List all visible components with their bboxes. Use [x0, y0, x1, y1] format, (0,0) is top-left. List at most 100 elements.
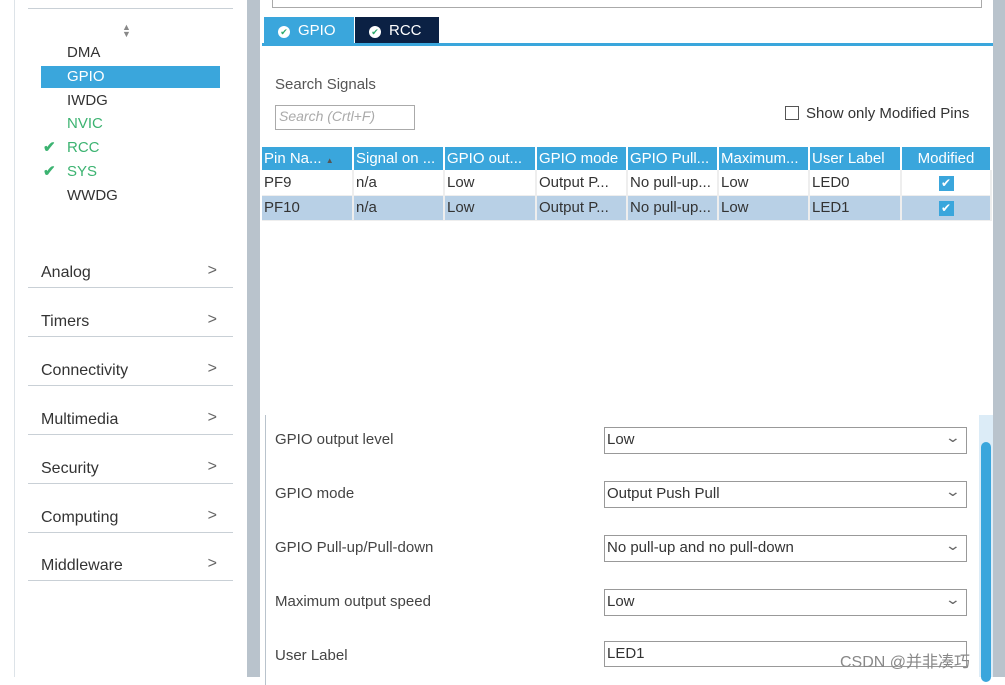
sidebar-item-rcc[interactable]: ✔ RCC — [41, 137, 220, 159]
config-value: No pull-up and no pull-down — [607, 539, 794, 556]
config-label: User Label — [275, 647, 348, 664]
column-header-label: GPIO out... — [447, 150, 523, 167]
table-cell: No pull-up... — [627, 170, 719, 196]
table-cell: LED0 — [809, 170, 902, 196]
table-cell: LED1 — [809, 195, 902, 221]
chevron-down-icon: ⌄ — [944, 591, 962, 607]
sidebar-item-iwdg[interactable]: IWDG — [41, 90, 220, 112]
category-label: Computing — [41, 508, 119, 526]
category-multimedia[interactable]: Multimedia > — [28, 408, 233, 435]
column-header-label: User Label — [812, 150, 885, 167]
tab-rcc[interactable]: ✔ RCC — [355, 17, 439, 44]
column-header-label: GPIO mode — [539, 150, 619, 167]
column-header[interactable]: Pin Na... ▲ — [262, 147, 354, 170]
chevron-right-icon: > — [207, 555, 217, 573]
sidebar-item-sys[interactable]: ✔ SYS — [41, 161, 220, 183]
category-label: Connectivity — [41, 361, 129, 379]
chevron-down-icon: ⌄ — [944, 483, 962, 499]
chevron-down-icon: ⌄ — [944, 537, 962, 553]
column-header[interactable]: GPIO mode — [536, 147, 628, 170]
checkbox-checked-icon[interactable]: ✔ — [938, 175, 954, 191]
config-label: Maximum output speed — [275, 593, 431, 610]
chevron-down-icon: ⌄ — [944, 429, 962, 445]
table-row[interactable]: PF9 n/a Low Output P... No pull-up... Low LED0… — [262, 170, 992, 196]
sidebar-item-wwdg[interactable]: WWDG — [41, 185, 220, 207]
column-header[interactable]: Signal on ... — [353, 147, 445, 170]
show-modified-checkbox[interactable]: Show only Modified Pins — [785, 105, 969, 122]
table-cell: Low — [444, 170, 537, 196]
table-cell: Low — [718, 170, 810, 196]
category-label: Middleware — [41, 557, 123, 575]
table-cell: PF10 — [262, 195, 354, 221]
config-select[interactable]: Low ⌄ — [604, 589, 967, 616]
search-input[interactable]: Search (Crtl+F) — [275, 105, 415, 130]
table-cell: Output P... — [536, 195, 628, 221]
column-header-label: Maximum... — [721, 150, 799, 167]
modified-cell: ✔ — [901, 170, 992, 196]
column-header-label: Signal on ... — [356, 150, 436, 167]
sidebar-item-nvic[interactable]: NVIC — [41, 113, 220, 135]
config-value: LED1 — [607, 645, 645, 662]
config-label: GPIO Pull-up/Pull-down — [275, 539, 434, 556]
chevron-right-icon: > — [207, 408, 217, 426]
sidebar-item-dma[interactable]: DMA — [41, 42, 220, 64]
search-label: Search Signals — [275, 76, 376, 93]
column-header-label: Pin Na... — [264, 150, 322, 167]
check-icon: ✔ — [43, 163, 56, 180]
category-label: Analog — [41, 264, 91, 281]
checkbox-checked-icon[interactable]: ✔ — [938, 201, 954, 216]
column-header[interactable]: Maximum... — [718, 147, 810, 170]
table-cell: Low — [718, 195, 810, 221]
table-cell: n/a — [353, 195, 445, 221]
category-label: Multimedia — [41, 410, 119, 428]
check-icon: ✔ — [43, 139, 56, 157]
tab-gpio[interactable]: ✔ GPIO — [264, 17, 354, 44]
pin-table: Pin Na... ▲ Signal on ... GPIO out... GPIO … — [262, 147, 992, 221]
column-header[interactable]: Modified — [901, 147, 992, 170]
config-select[interactable]: No pull-up and no pull-down ⌄ — [604, 535, 967, 562]
sidebar-item-label: DMA — [67, 44, 101, 61]
table-cell: Low — [444, 195, 537, 221]
panel-splitter[interactable] — [247, 0, 260, 677]
category-label: Timers — [41, 312, 90, 330]
config-select[interactable]: Output Push Pull ⌄ — [604, 481, 967, 508]
divider — [28, 8, 233, 9]
sort-icon: ▲ — [325, 156, 334, 165]
column-header[interactable]: GPIO Pull... — [627, 147, 719, 170]
category-connectivity[interactable]: Connectivity > — [28, 359, 233, 386]
sidebar-item-label: SYS — [67, 163, 98, 180]
config-label: GPIO output level — [275, 431, 394, 448]
table-row[interactable]: PF10 n/a Low Output P... No pull-up... Low LED… — [262, 195, 992, 221]
config-label: GPIO mode — [275, 485, 355, 502]
sidebar-item-label: WWDG — [67, 186, 118, 204]
watermark: CSDN @并非凑巧 — [840, 654, 971, 671]
category-computing[interactable]: Computing > — [28, 506, 233, 533]
category-middleware[interactable]: Middleware > — [28, 555, 233, 582]
category-security[interactable]: Security > — [28, 457, 233, 484]
config-value: Low — [607, 431, 635, 448]
sidebar-item-label: RCC — [67, 139, 100, 157]
chevron-right-icon: > — [207, 457, 217, 475]
sort-icon[interactable]: ▲ ▼ — [122, 23, 131, 39]
scrollbar-thumb[interactable] — [981, 442, 991, 682]
category-timers[interactable]: Timers > — [28, 310, 233, 337]
category-analog[interactable]: Analog > — [28, 262, 233, 288]
chevron-right-icon: > — [207, 310, 217, 328]
table-cell: Output P... — [536, 170, 628, 196]
chevron-right-icon: > — [207, 506, 217, 524]
chevron-right-icon: > — [207, 262, 217, 279]
config-value: Output Push Pull — [607, 485, 720, 502]
column-header[interactable]: User Label — [809, 147, 902, 170]
top-field[interactable] — [272, 0, 982, 8]
sidebar-item-gpio[interactable]: GPIO — [41, 65, 220, 88]
sidebar-item-label: GPIO — [67, 67, 105, 85]
sidebar-item-label: NVIC — [67, 115, 103, 133]
panel-border — [993, 0, 1005, 677]
column-header[interactable]: GPIO out... — [444, 147, 537, 170]
config-select[interactable]: Low ⌄ — [604, 427, 967, 454]
chevron-right-icon: > — [207, 359, 217, 377]
checkbox-icon — [785, 106, 799, 120]
check-circle-icon: ✔ — [369, 26, 381, 38]
config-value: Low — [607, 593, 635, 610]
check-circle-icon: ✔ — [278, 26, 290, 38]
